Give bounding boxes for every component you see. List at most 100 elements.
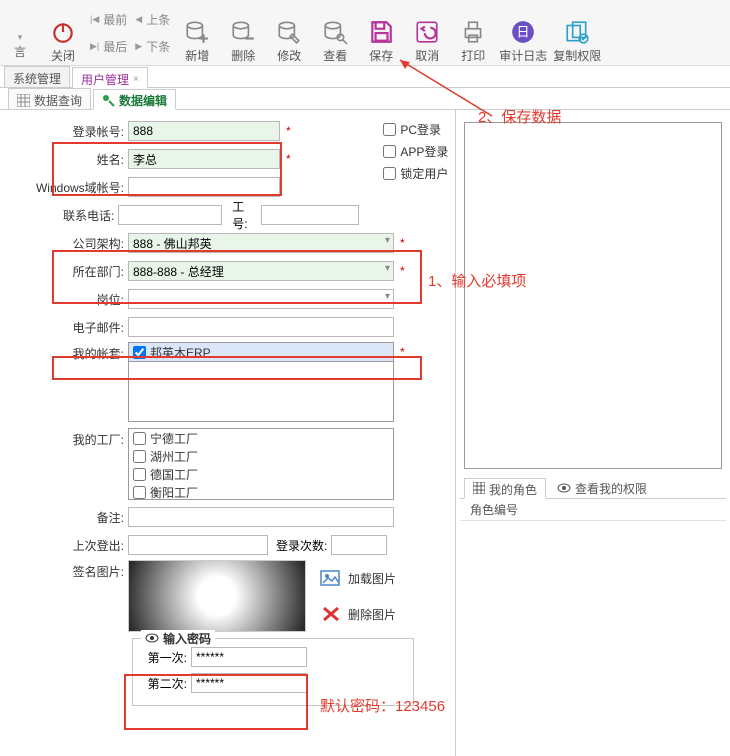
myfactory-label: 我的工厂: [8,428,128,448]
ribbon-toolbar: ▾ 言 关闭 |◀最前 ▶|最后 ◀上条 ▶下条 新增 删除 修改 [0,0,730,66]
required-mark: * [400,236,405,250]
nav-first[interactable]: |◀最前 [90,11,127,28]
db-minus-icon [230,19,256,45]
auditlog-icon: 日 [510,19,536,45]
db-search-icon [322,19,348,45]
name-label: 姓名: [8,151,128,168]
required-mark: * [400,264,405,278]
factory-item[interactable]: 宁德工厂 [129,429,393,447]
pw2-label: 第二次: [141,675,191,692]
lastlogin-input[interactable] [128,535,268,555]
copyperm-button[interactable]: 复制权限 [550,2,604,64]
myacct-label: 我的帐套: [8,342,128,362]
grid-icon [473,482,485,497]
save-button[interactable]: 保存 [358,2,404,64]
app-login-checkbox[interactable]: APP登录 [383,142,448,160]
myacct-listbox[interactable] [128,362,394,422]
delete-button[interactable]: 删除 [220,2,266,64]
post-label: 岗位: [8,291,128,308]
close-button[interactable]: 关闭 [40,2,86,64]
lastlogin-label: 上次登出: [8,537,128,554]
signature-preview [128,560,306,632]
nav-next[interactable]: ▶下条 [135,38,170,55]
name-input[interactable] [128,149,280,169]
login-account-label: 登录帐号: [8,123,128,140]
myacct-selected[interactable]: 邦英木ERP [128,342,394,362]
close-label: 关闭 [51,47,75,64]
jobno-input[interactable] [261,205,359,225]
logincount-label: 登录次数: [276,537,327,554]
cancel-button[interactable]: 取消 [404,2,450,64]
required-mark: * [286,152,291,166]
required-mark: * [400,342,405,359]
form-pane: 登录帐号: * 姓名: * Windows域帐号: 联系电话: 工号: [0,110,455,756]
anno-text-defaultpw: 默认密码：123456 [320,695,445,716]
windows-label: Windows域帐号: [8,179,128,196]
db-add-icon [184,19,210,45]
secondary-tabs: 数据查询 数据编辑 [0,88,730,110]
post-combo[interactable] [128,289,394,309]
windows-input[interactable] [128,177,280,197]
company-label: 公司架构: [8,235,128,252]
main-area: 登录帐号: * 姓名: * Windows域帐号: 联系电话: 工号: [0,110,730,756]
phone-label: 联系电话: [8,207,118,224]
nav-prev-next: ◀上条 ▶下条 [131,2,174,64]
db-edit-icon [276,19,302,45]
language-partial: ▾ 言 [0,2,40,64]
sign-label: 签名图片: [8,560,128,580]
email-input[interactable] [128,317,394,337]
right-pane: 我的角色 查看我的权限 角色编号 [455,110,730,756]
dept-label: 所在部门: [8,263,128,280]
edit-icon [102,94,115,107]
phone-input[interactable] [118,205,222,225]
grid-icon [17,94,30,107]
remark-label: 备注: [8,509,128,526]
copyperm-icon [564,19,590,45]
anno-arrow [396,56,516,129]
print-button[interactable]: 打印 [450,2,496,64]
tab-sysmgr[interactable]: 系统管理 [4,66,70,87]
load-image-button[interactable]: 加载图片 [320,566,396,590]
pw1-label: 第一次: [141,649,191,666]
factory-item[interactable]: 德国工厂 [129,465,393,483]
factory-listbox[interactable]: 宁德工厂湖州工厂德国工厂衡阳工厂 [128,428,394,500]
pw1-input[interactable] [191,647,307,667]
nav-prev[interactable]: ◀上条 [135,11,170,28]
required-mark: * [286,124,291,138]
nav-first-last: |◀最前 ▶|最后 [86,2,131,64]
print-icon [460,19,486,45]
auditlog-button[interactable]: 日 审计日志 [496,2,550,64]
remark-input[interactable] [128,507,394,527]
tab-usermgr[interactable]: 用户管理 × [72,67,148,88]
tab-viewperm[interactable]: 查看我的权限 [548,477,656,498]
role-column-header: 角色编号 [460,499,726,521]
anno-text-step1: 1、输入必填项 [428,270,526,291]
image-icon [320,568,342,588]
factory-item[interactable]: 湖州工厂 [129,447,393,465]
dept-combo[interactable] [128,261,394,281]
company-combo[interactable] [128,233,394,253]
x-icon [320,604,342,624]
jobno-label: 工号: [232,198,257,232]
lock-user-checkbox[interactable]: 锁定用户 [383,164,448,182]
view-button[interactable]: 查看 [312,2,358,64]
factory-item[interactable]: 衡阳工厂 [129,483,393,500]
nav-last[interactable]: ▶|最后 [90,38,127,55]
role-tabs: 我的角色 查看我的权限 [460,477,726,499]
preview-box [464,122,722,469]
svg-text:日: 日 [517,24,530,39]
power-icon [50,19,76,45]
add-button[interactable]: 新增 [174,2,220,64]
pw2-input[interactable] [191,673,307,693]
eye-icon [557,482,571,496]
login-account-input[interactable] [128,121,280,141]
tab-myrole[interactable]: 我的角色 [464,478,546,499]
language-partial-label: 言 [14,43,26,60]
modify-button[interactable]: 修改 [266,2,312,64]
tab-dataquery[interactable]: 数据查询 [8,88,91,109]
logincount-input[interactable] [331,535,387,555]
close-icon[interactable]: × [133,74,139,85]
primary-tabs: 系统管理 用户管理 × [0,66,730,88]
delete-image-button[interactable]: 删除图片 [320,602,396,626]
tab-dataedit[interactable]: 数据编辑 [93,89,176,110]
